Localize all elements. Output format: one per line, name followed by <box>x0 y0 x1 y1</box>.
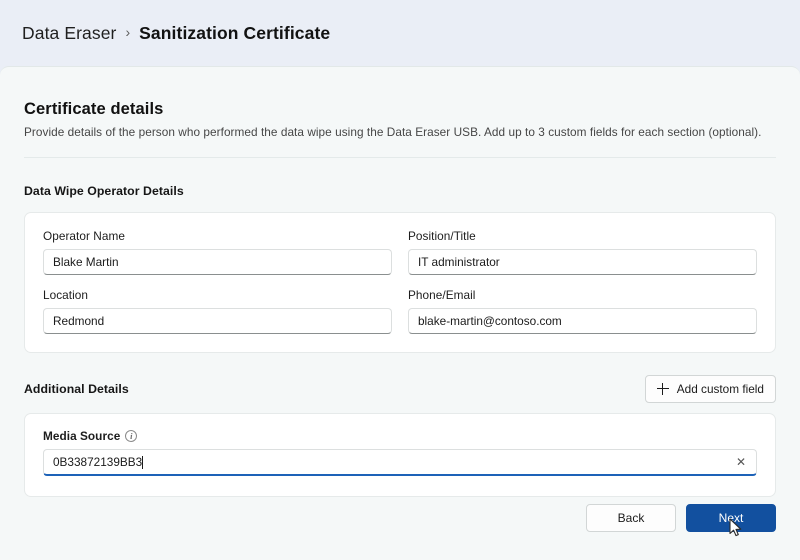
app-window: Data Eraser › Sanitization Certificate C… <box>0 0 800 560</box>
back-button[interactable]: Back <box>586 504 676 532</box>
phone-email-input[interactable] <box>408 308 757 334</box>
position-title-input[interactable] <box>408 249 757 275</box>
media-source-input-wrapper: ✕ <box>43 449 757 476</box>
field-phone-email: Phone/Email <box>408 288 757 334</box>
chevron-right-icon: › <box>125 25 130 39</box>
operator-section-title: Data Wipe Operator Details <box>24 184 184 198</box>
additional-details-panel: Media Source i ✕ <box>24 413 776 497</box>
info-icon[interactable]: i <box>125 430 137 442</box>
plus-icon <box>657 383 669 395</box>
field-location: Location <box>43 288 392 334</box>
breadcrumb-item-sanitization-certificate[interactable]: Sanitization Certificate <box>139 23 330 44</box>
field-media-source: Media Source i ✕ <box>43 429 757 476</box>
field-label-location: Location <box>43 288 392 302</box>
field-position-title: Position/Title <box>408 229 757 275</box>
page-title: Certificate details <box>24 67 776 119</box>
footer-actions: Back Next <box>586 504 776 532</box>
header-divider <box>24 157 776 158</box>
additional-section-title: Additional Details <box>24 382 129 396</box>
field-label-position-title: Position/Title <box>408 229 757 243</box>
operator-fields-grid: Operator Name Position/Title Location Ph… <box>43 229 757 334</box>
header-band: Data Eraser › Sanitization Certificate <box>0 0 800 66</box>
media-source-input[interactable] <box>43 449 757 476</box>
field-operator-name: Operator Name <box>43 229 392 275</box>
breadcrumb: Data Eraser › Sanitization Certificate <box>22 23 330 44</box>
text-caret <box>142 456 143 469</box>
breadcrumb-item-data-eraser[interactable]: Data Eraser <box>22 23 116 44</box>
content-card: Certificate details Provide details of t… <box>0 66 800 560</box>
operator-section-header: Data Wipe Operator Details <box>24 180 776 202</box>
media-source-label-text: Media Source <box>43 429 120 443</box>
next-button[interactable]: Next <box>686 504 776 532</box>
location-input[interactable] <box>43 308 392 334</box>
field-label-media-source: Media Source i <box>43 429 757 443</box>
operator-name-input[interactable] <box>43 249 392 275</box>
field-label-operator-name: Operator Name <box>43 229 392 243</box>
clear-input-button[interactable]: ✕ <box>732 453 750 471</box>
page-description: Provide details of the person who perfor… <box>24 119 776 139</box>
add-custom-field-label: Add custom field <box>677 382 764 396</box>
operator-details-panel: Operator Name Position/Title Location Ph… <box>24 212 776 353</box>
add-custom-field-button[interactable]: Add custom field <box>645 375 776 403</box>
field-label-phone-email: Phone/Email <box>408 288 757 302</box>
additional-section-header: Additional Details Add custom field <box>24 375 776 403</box>
